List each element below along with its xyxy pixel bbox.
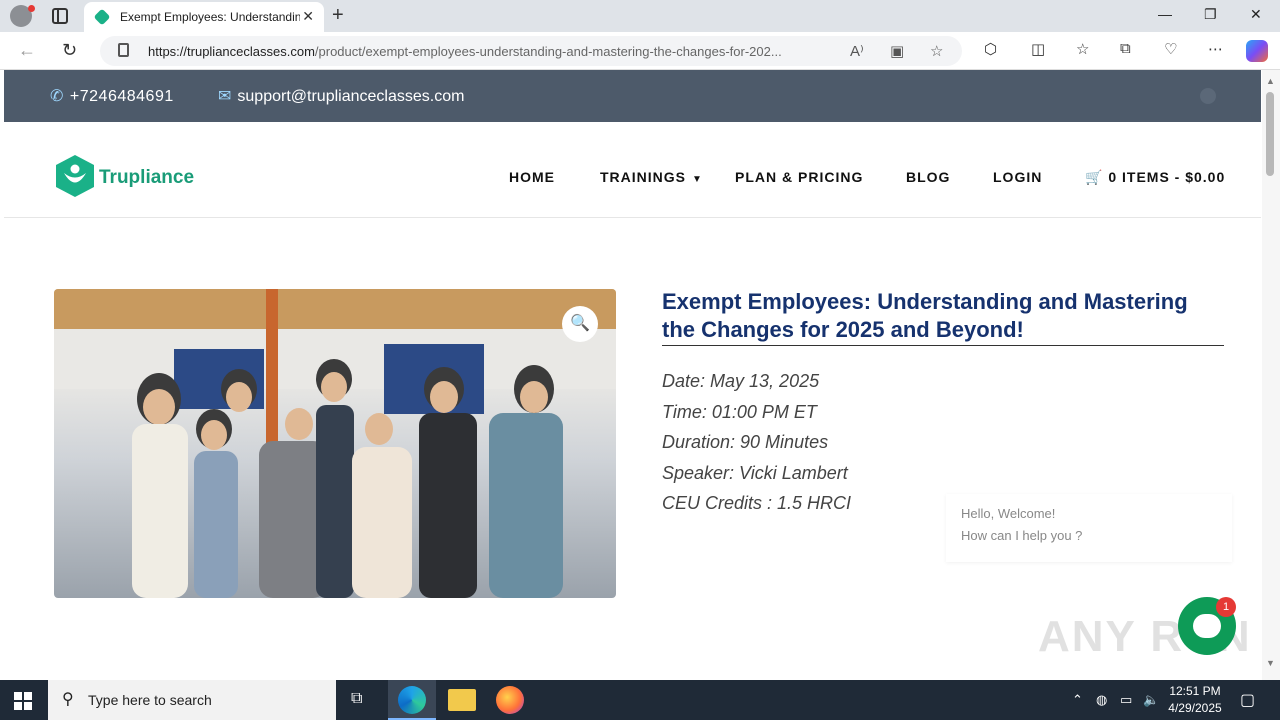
browser-tab-bar: Exempt Employees: Understanding ✕ + — ❐ … [0,0,1280,32]
product-date: Date: May 13, 2025 [662,371,820,391]
copilot-icon[interactable] [1246,40,1268,62]
favorites-icon[interactable]: ☆ [1076,40,1089,58]
chat-greeting-line: Hello, Welcome! [961,506,1056,521]
task-view-icon[interactable]: ⧉ [351,690,362,708]
system-clock[interactable]: 12:51 PM 4/29/2025 [1160,683,1230,717]
file-explorer-icon[interactable] [448,689,476,711]
product-time: Time: 01:00 PM ET [662,402,817,422]
product-title: Exempt Employees: Understanding and Mast… [662,289,1188,342]
immersive-reader-icon[interactable]: ▣ [890,42,904,60]
tab-title: Exempt Employees: Understanding [120,10,300,24]
device-icon[interactable]: ◍ [1096,692,1107,708]
clock-date: 4/29/2025 [1168,701,1222,715]
zoom-icon[interactable]: 🔍 [562,306,598,342]
show-hidden-icons-icon[interactable]: ⌃ [1072,692,1083,708]
nav-trainings[interactable]: TRAININGS ▼ [600,169,703,185]
more-menu-icon[interactable]: ⋯ [1208,40,1223,58]
chat-unread-badge: 1 [1216,597,1236,617]
page-scrollbar[interactable]: ▲ ▼ [1262,70,1280,680]
read-aloud-icon[interactable]: A⁾ [850,42,864,60]
chevron-down-icon: ▼ [692,174,703,185]
browser-essentials-icon[interactable]: ♡ [1164,40,1177,58]
notification-dot-icon [28,5,35,12]
phone-icon: ✆ [50,88,64,105]
url-text[interactable]: https://truplianceclasses.com/product/ex… [148,44,838,59]
close-window-icon[interactable]: ✕ [1250,6,1262,23]
site-header: Trupliance HOME TRAININGS ▼ PLAN & PRICIN… [4,122,1261,218]
nav-trainings-label: TRAININGS [600,169,686,185]
refresh-icon[interactable]: ↻ [62,40,77,61]
phone-link[interactable]: ✆ +7246484691 [50,86,174,106]
address-bar[interactable]: https://truplianceclasses.com/product/ex… [100,36,962,66]
cart-summary: 0 ITEMS - $0.00 [1108,169,1226,185]
site-favicon-icon [93,8,111,26]
envelope-icon: ✉ [218,88,232,105]
nav-home[interactable]: HOME [509,169,555,185]
collections-icon[interactable]: ⧉ [1120,40,1131,57]
scroll-down-icon[interactable]: ▼ [1266,658,1275,668]
nav-login[interactable]: LOGIN [993,169,1042,185]
minimize-icon[interactable]: — [1158,6,1172,22]
nav-blog[interactable]: BLOG [906,169,950,185]
scroll-up-icon[interactable]: ▲ [1266,76,1275,86]
split-screen-icon[interactable]: ◫ [1031,40,1045,58]
chat-greeting-popup[interactable]: Hello, Welcome! How can I help you ? [946,494,1232,562]
logo-text[interactable]: Trupliance [99,167,194,189]
volume-icon[interactable]: 🔈 [1143,692,1159,708]
clock-time: 12:51 PM [1169,684,1221,698]
scrollbar-thumb[interactable] [1266,92,1274,176]
nav-plan-pricing[interactable]: PLAN & PRICING [735,169,863,185]
lock-icon[interactable] [118,43,129,57]
title-divider [662,345,1224,346]
notifications-icon[interactable]: ▢ [1240,690,1255,710]
windows-taskbar: ⚲ Type here to search ⧉ ⌃ ◍ ▭ 🔈 12:51 PM… [0,680,1280,720]
product-speaker: Speaker: Vicki Lambert [662,463,848,483]
cart-icon: 🛒 [1085,169,1109,185]
product-duration: Duration: 90 Minutes [662,432,829,452]
search-placeholder: Type here to search [88,692,212,708]
new-tab-icon[interactable]: + [332,4,344,27]
tab-close-icon[interactable]: ✕ [302,8,314,25]
browser-tab-active[interactable]: Exempt Employees: Understanding ✕ [84,2,324,32]
taskbar-search-box[interactable]: ⚲ Type here to search [48,680,336,720]
back-icon[interactable]: ← [18,40,36,61]
social-icon[interactable] [1200,88,1216,104]
chat-bubble-icon [1193,614,1221,638]
firefox-icon[interactable] [496,686,524,714]
favorite-star-icon[interactable]: ☆ [930,42,943,60]
extensions-icon[interactable]: ⬡ [984,40,997,58]
product-ceu-credits: CEU Credits : 1.5 HRCI [662,493,852,513]
chat-help-line: How can I help you ? [961,528,1083,543]
product-image[interactable] [54,289,616,598]
contact-top-bar: ✆ +7246484691 ✉ support@truplianceclasses.… [4,70,1261,122]
network-icon[interactable]: ▭ [1120,692,1132,708]
search-icon: ⚲ [62,691,74,708]
email-link[interactable]: ✉ support@truplianceclasses.com [218,86,464,106]
restore-icon[interactable]: ❐ [1204,6,1217,23]
cart-link[interactable]: 🛒 0 ITEMS - $0.00 [1085,169,1225,186]
edge-app-icon[interactable] [398,686,426,714]
logo-icon[interactable] [54,154,96,198]
tab-actions-icon[interactable] [52,8,68,24]
windows-start-icon[interactable] [14,692,32,710]
